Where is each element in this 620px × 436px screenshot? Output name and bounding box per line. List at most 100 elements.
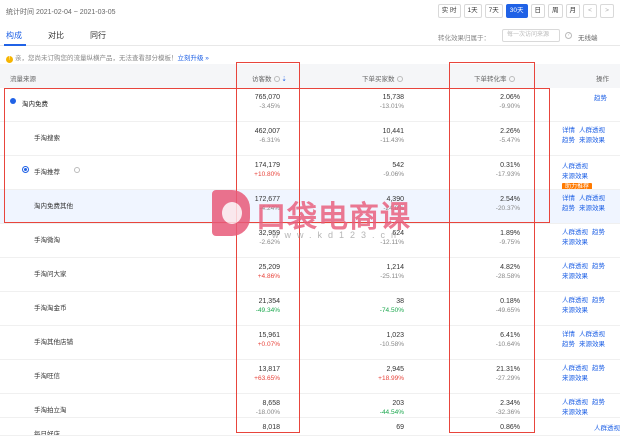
visitors-change: -2.62% — [259, 239, 280, 246]
next-arrow-icon[interactable]: > — [600, 4, 614, 18]
prev-arrow-icon[interactable]: < — [583, 4, 597, 18]
col-buyers[interactable]: 下单买家数 — [362, 73, 403, 83]
action-link[interactable]: 来源效果 — [562, 273, 588, 280]
action-link[interactable]: 来源效果 — [579, 137, 605, 144]
buyers-value: 4,390 — [386, 196, 404, 203]
buyers-value: 1,214 — [386, 264, 404, 271]
row-actions: 详情 人群透视 趋势 来源效果 — [562, 330, 609, 350]
table-row: 手淘问大家 25,209 +4.86% 1,214 -25.11% 4.82% -28.58… — [0, 258, 620, 292]
source-name: 淘内免费 — [22, 101, 48, 108]
action-link[interactable]: 来源效果 — [562, 173, 588, 180]
action-link[interactable]: 趋势 — [562, 341, 575, 348]
action-link[interactable]: 来源效果 — [562, 307, 588, 314]
sort-icon[interactable]: ⇣ — [281, 76, 286, 83]
table-row: 淘内免费 765,070 -3.45% 15,738 -13.01% 2.06% -9.90… — [0, 88, 620, 122]
action-link[interactable]: 趋势 — [594, 95, 607, 102]
visitors-cell: 462,007 -6.31% — [255, 128, 280, 144]
notice-text: 亲，您尚未订购您的流量纵横产品，无法查看部分模板！ — [15, 55, 178, 62]
conversion-cell: 0.86% — [500, 424, 520, 431]
row-actions: 人群透视 — [594, 424, 620, 434]
action-link[interactable]: 人群透视 — [594, 425, 620, 432]
conversion-value: 21.31% — [496, 366, 520, 373]
conversion-value: 0.18% — [500, 298, 520, 305]
action-link[interactable]: 来源效果 — [579, 341, 605, 348]
action-link[interactable]: 人群透视 — [562, 263, 588, 270]
visitors-value: 172,677 — [254, 196, 280, 203]
conversion-change: -20.37% — [495, 205, 520, 212]
upgrade-link[interactable]: 立刻升级 » — [178, 55, 209, 62]
conversion-cell: 21.31% -27.29% — [496, 366, 520, 382]
action-link[interactable]: 趋势 — [592, 297, 605, 304]
buyers-cell: 4,390 -24.0% — [383, 196, 404, 212]
row-actions: 趋势 — [594, 94, 611, 104]
source-name: 手淘问大家 — [34, 271, 67, 278]
visitors-value: 174,179 — [254, 162, 280, 169]
col-conversion[interactable]: 下单转化率 — [474, 73, 515, 83]
table-row: 淘内免费其他 172,677 -4.24% 4,390 -24.0% 2.54% -20.3… — [0, 190, 620, 224]
source-name: 手淘旺信 — [34, 373, 60, 380]
range-week-button[interactable]: 周 — [548, 4, 563, 18]
conversion-change: -27.29% — [495, 375, 520, 382]
action-link[interactable]: 来源效果 — [562, 375, 588, 382]
buyers-cell: 624 -12.11% — [380, 230, 404, 246]
range-day-button[interactable]: 日 — [530, 4, 545, 18]
action-link[interactable]: 来源效果 — [579, 205, 605, 212]
action-link[interactable]: 趋势 — [562, 137, 575, 144]
tab-peers[interactable]: 同行 — [90, 30, 106, 41]
action-link[interactable]: 人群透视 — [579, 331, 605, 338]
buyers-change: -11.43% — [380, 137, 404, 144]
conversion-value: 4.82% — [500, 264, 520, 271]
buyers-change: -74.50% — [379, 307, 404, 314]
action-link[interactable]: 趋势 — [592, 263, 605, 270]
action-link[interactable]: 来源效果 — [562, 239, 588, 246]
buyers-cell: 1,214 -25.11% — [380, 264, 404, 280]
action-link[interactable]: 详情 — [562, 127, 575, 134]
range-realtime-button[interactable]: 实 时 — [437, 4, 461, 18]
range-7d-button[interactable]: 7天 — [484, 4, 503, 18]
buyers-cell: 38 -74.50% — [380, 298, 404, 314]
conversion-value: 2.54% — [500, 196, 520, 203]
question-icon[interactable]: ? — [565, 32, 572, 39]
selected-radio-icon[interactable] — [22, 166, 29, 173]
action-link[interactable]: 详情 — [562, 195, 575, 202]
conversion-cell: 6.41% -10.64% — [496, 332, 520, 348]
action-link[interactable]: 趋势 — [592, 229, 605, 236]
action-link[interactable]: 人群透视 — [562, 365, 588, 372]
action-link[interactable]: 人群透视 — [562, 229, 588, 236]
col-visitors[interactable]: 访客数 ⇣ — [252, 73, 287, 83]
action-link[interactable]: 趋势 — [562, 205, 575, 212]
action-link[interactable]: 来源效果 — [562, 409, 588, 416]
info-icon — [74, 167, 80, 173]
table-header: 流量来源 访客数 ⇣ 下单买家数 下单转化率 操作 — [0, 64, 620, 88]
action-link[interactable]: 趋势 — [592, 365, 605, 372]
source-name: 手淘淘金币 — [34, 305, 67, 312]
warning-icon: ! — [6, 56, 13, 63]
range-30d-button[interactable]: 30天 — [505, 4, 528, 18]
attribution-select[interactable]: 每一次访问来源 — [502, 29, 560, 42]
range-1d-button[interactable]: 1天 — [463, 4, 482, 18]
stat-time: 统计时间 2021-02-04 ~ 2021-03-05 — [6, 9, 116, 16]
buyers-change: -12.11% — [380, 239, 404, 246]
tab-compare[interactable]: 对比 — [48, 30, 64, 41]
conversion-cell: 0.31% -17.93% — [496, 162, 520, 178]
device-toggle[interactable]: 无线端 — [578, 32, 598, 42]
visitors-value: 32,959 — [258, 230, 280, 237]
action-link[interactable]: 人群透视 — [562, 297, 588, 304]
visitors-value: 15,961 — [258, 332, 280, 339]
action-link[interactable]: 详情 — [562, 331, 575, 338]
source-name: 手淘推荐 — [34, 169, 60, 176]
action-link[interactable]: 趋势 — [592, 399, 605, 406]
expand-dot-icon[interactable] — [10, 98, 16, 104]
buyers-cell: 69 — [396, 424, 404, 431]
conversion-change: -28.58% — [495, 273, 520, 280]
action-link[interactable]: 人群透视 — [562, 399, 588, 406]
action-link[interactable]: 人群透视 — [579, 127, 605, 134]
buyers-change: -44.54% — [379, 409, 404, 416]
table-row: 每日好店 8,018 69 0.86% 人群透视 — [0, 418, 620, 436]
action-link[interactable]: 人群透视 — [562, 163, 588, 170]
range-month-button[interactable]: 月 — [565, 4, 580, 18]
action-link[interactable]: 人群透视 — [579, 195, 605, 202]
visitors-value: 21,354 — [258, 298, 280, 305]
conversion-value: 2.34% — [500, 400, 520, 407]
tab-composition[interactable]: 构成 — [6, 30, 22, 41]
